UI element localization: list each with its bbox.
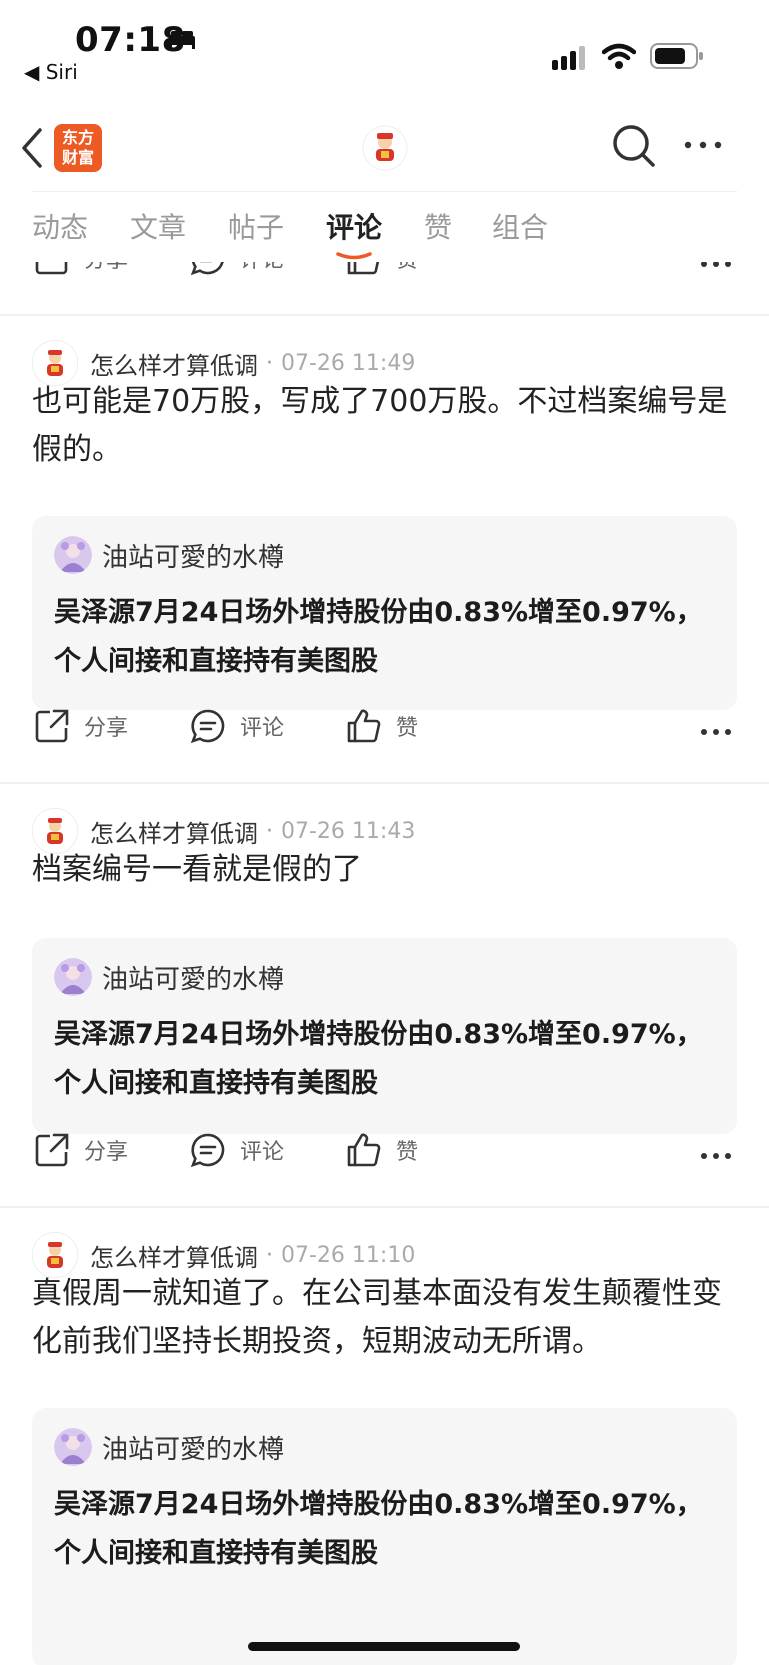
quoted-post-card[interactable]: 油站可愛的水樽 吴泽源7月24日场外增持股份由0.83%增至0.97%，个人间接…: [32, 1408, 737, 1665]
back-icon[interactable]: [18, 126, 46, 170]
comment-icon: [190, 709, 225, 744]
search-icon[interactable]: [612, 124, 656, 168]
fortune-god-avatar-icon: [47, 818, 63, 844]
comment-icon: [190, 1133, 225, 1168]
like-button[interactable]: 赞: [346, 1132, 418, 1168]
meta-separator: ·: [266, 818, 273, 844]
share-icon: [35, 1133, 69, 1167]
share-icon: [35, 262, 68, 275]
signal-icon: [552, 46, 585, 70]
like-button[interactable]: 赞: [346, 262, 418, 276]
like-label: 赞: [396, 716, 419, 741]
post-action-row: 分享 评论 赞: [0, 262, 769, 290]
more-icon[interactable]: [700, 728, 732, 736]
thumbs-up-icon: [347, 709, 381, 743]
quoted-post-header: 油站可愛的水樽: [54, 958, 284, 996]
comment-button[interactable]: 评论: [190, 262, 284, 276]
thumbs-up-icon: [347, 1133, 381, 1167]
comment-feed: 分享 评论 赞 怎么样才算低调 · 07-26 11:49 也可能是70万股，写…: [0, 262, 769, 1665]
tab-posts[interactable]: 帖子: [228, 206, 284, 246]
tab-comments[interactable]: 评论: [326, 206, 382, 246]
meta-separator: ·: [266, 350, 273, 376]
like-label: 赞: [396, 1140, 419, 1165]
post-action-row: 分享 评论 赞: [0, 708, 769, 758]
author-name[interactable]: 怎么样才算低调: [90, 814, 258, 849]
more-icon[interactable]: [700, 1152, 732, 1160]
quoted-author-name: 油站可愛的水樽: [102, 542, 285, 573]
like-label: 赞: [396, 262, 418, 274]
like-button[interactable]: 赞: [346, 708, 418, 744]
author-name[interactable]: 怎么样才算低调: [90, 346, 258, 381]
comment-label: 评论: [240, 262, 284, 274]
comment-label: 评论: [240, 716, 285, 741]
tab-articles[interactable]: 文章: [130, 206, 186, 246]
comment-label: 评论: [240, 1140, 285, 1165]
share-button[interactable]: 分享: [34, 708, 128, 744]
comment-icon: [190, 262, 224, 276]
quoted-author-avatar: [54, 536, 92, 574]
quoted-post-header: 油站可愛的水樽: [54, 1428, 284, 1466]
bed-icon: [169, 31, 195, 49]
quoted-post-header: 油站可愛的水樽: [54, 536, 284, 574]
share-label: 分享: [84, 716, 129, 741]
comment-button[interactable]: 评论: [190, 1132, 284, 1168]
post-divider: [0, 782, 769, 784]
author-name[interactable]: 怎么样才算低调: [90, 1238, 258, 1273]
quoted-post-text: 吴泽源7月24日场外增持股份由0.83%增至0.97%，个人间接和直接持有美图股: [54, 1019, 703, 1099]
profile-tabs: 动态 文章 帖子 评论 赞 组合: [0, 206, 769, 256]
back-to-siri-link[interactable]: ◀ Siri: [24, 60, 78, 84]
share-label: 分享: [84, 1140, 129, 1165]
fortune-god-avatar-icon: [47, 1242, 63, 1268]
post-action-row: 分享 评论 赞: [0, 1132, 769, 1182]
quoted-post-card[interactable]: 油站可愛的水樽 吴泽源7月24日场外增持股份由0.83%增至0.97%，个人间接…: [32, 938, 737, 1134]
meta-separator: ·: [266, 1242, 273, 1268]
share-label: 分享: [84, 262, 128, 274]
post-timestamp: 07-26 11:10: [281, 1242, 416, 1268]
post-timestamp: 07-26 11:49: [281, 350, 416, 376]
nav-divider: [32, 191, 737, 192]
avatar[interactable]: [362, 125, 408, 171]
tab-dynamics[interactable]: 动态: [32, 206, 88, 246]
post-divider: [0, 1206, 769, 1208]
tab-likes[interactable]: 赞: [424, 206, 452, 246]
quoted-author-avatar: [54, 1428, 92, 1466]
comment-text[interactable]: 档案编号一看就是假的了: [32, 846, 737, 894]
quoted-post-card[interactable]: 油站可愛的水樽 吴泽源7月24日场外增持股份由0.83%增至0.97%，个人间接…: [32, 516, 737, 710]
home-indicator[interactable]: [248, 1642, 520, 1651]
comment-text[interactable]: 也可能是70万股，写成了700万股。不过档案编号是假的。: [32, 378, 737, 474]
brand-logo-line2: 财富: [61, 148, 94, 167]
share-icon: [35, 709, 69, 743]
quoted-author-avatar: [54, 958, 92, 996]
post-timestamp: 07-26 11:43: [281, 818, 416, 844]
status-bar: 07:18 ◀ Siri: [0, 0, 769, 100]
fortune-god-avatar-icon: [47, 350, 63, 376]
active-tab-indicator: [336, 252, 372, 260]
brand-logo-line1: 东方: [61, 128, 94, 147]
wifi-icon: [602, 43, 636, 69]
quoted-author-name: 油站可愛的水樽: [102, 964, 285, 995]
comment-button[interactable]: 评论: [190, 708, 284, 744]
post-divider: [0, 314, 769, 316]
battery-icon: [650, 43, 703, 69]
more-icon[interactable]: [700, 262, 732, 268]
share-button[interactable]: 分享: [34, 1132, 128, 1168]
brand-logo[interactable]: 东方 财富: [54, 124, 102, 172]
more-icon[interactable]: [683, 140, 723, 150]
thumbs-up-icon: [347, 262, 380, 275]
quoted-author-name: 油站可愛的水樽: [102, 1434, 285, 1465]
quoted-post-text: 吴泽源7月24日场外增持股份由0.83%增至0.97%，个人间接和直接持有美图股: [54, 597, 703, 677]
quoted-post-text: 吴泽源7月24日场外增持股份由0.83%增至0.97%，个人间接和直接持有美图股: [54, 1489, 703, 1569]
comment-text[interactable]: 真假周一就知道了。在公司基本面没有发生颠覆性变化前我们坚持长期投资，短期波动无所…: [32, 1270, 737, 1366]
share-button[interactable]: 分享: [34, 262, 128, 276]
tab-portfolio[interactable]: 组合: [492, 206, 548, 246]
